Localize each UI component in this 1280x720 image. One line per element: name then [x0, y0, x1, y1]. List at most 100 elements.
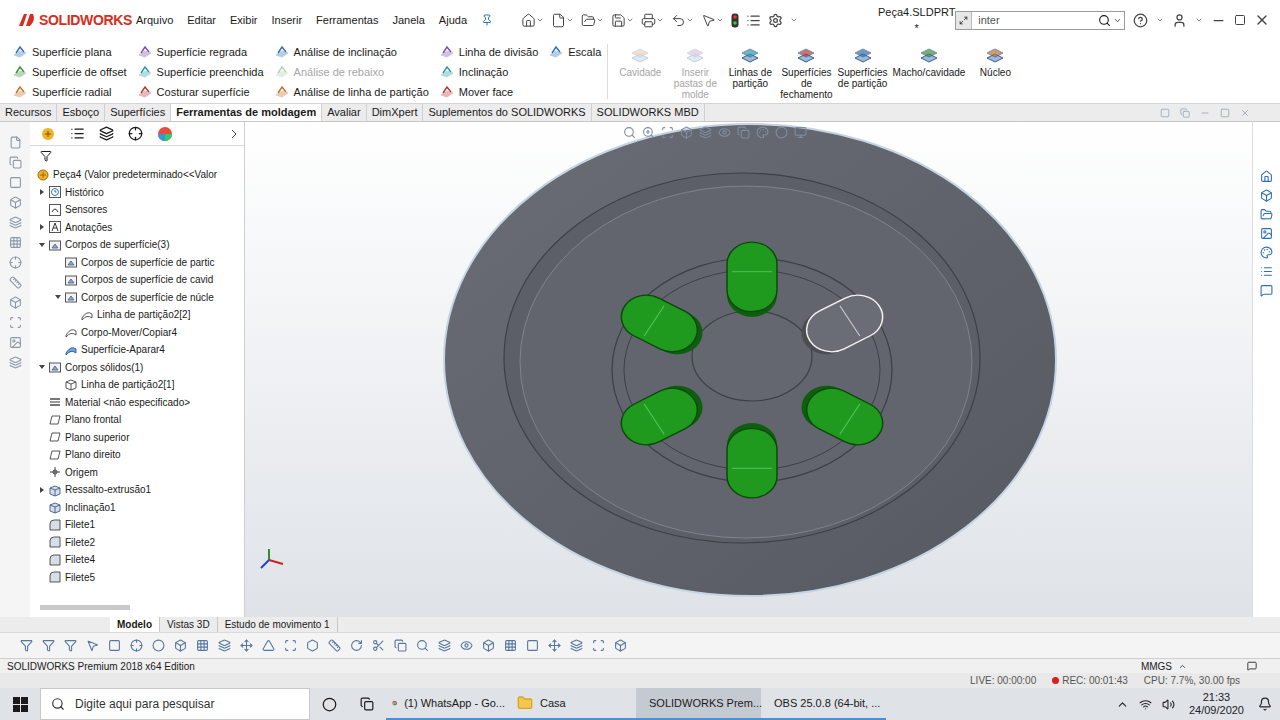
toolbar-icon[interactable]: [551, 13, 566, 28]
configuration-tab-icon[interactable]: [99, 126, 114, 141]
ribbon-button[interactable]: Superfície plana: [12, 42, 127, 62]
toolbar-icon[interactable]: [671, 13, 686, 28]
selection-filter-icon[interactable]: [438, 639, 451, 652]
slot-face[interactable]: [792, 378, 891, 453]
tree-item[interactable]: Filete2: [30, 534, 244, 552]
taskbar-app[interactable]: Casa: [511, 688, 636, 720]
taskbar-app[interactable]: SOLIDWORKS Prem...: [636, 688, 761, 720]
mold-tool-button[interactable]: Inserir pastas de molde: [669, 44, 721, 100]
horizontal-scrollbar[interactable]: [36, 602, 238, 613]
doc-close-icon[interactable]: [1240, 108, 1250, 118]
ribbon-button[interactable]: Análise de rebaixo: [274, 62, 429, 82]
selection-filter-icon[interactable]: [394, 639, 407, 652]
selection-filter-icon[interactable]: [64, 639, 77, 652]
filter-icon[interactable]: [40, 150, 52, 162]
view-tool-icon[interactable]: [699, 126, 712, 139]
task-pane-icon[interactable]: [1260, 189, 1273, 202]
task-pane-icon[interactable]: [1260, 170, 1273, 183]
side-tool-icon[interactable]: [9, 256, 22, 269]
view-tool-icon[interactable]: [623, 126, 636, 139]
expanded-arrow-icon[interactable]: [54, 293, 62, 301]
tree-item[interactable]: Corpos de superfície(3): [30, 236, 244, 254]
mold-tool-button[interactable]: Cavidade: [614, 44, 666, 78]
cascade-icon[interactable]: [1180, 108, 1190, 118]
minimize-icon[interactable]: [1211, 13, 1226, 28]
side-tool-icon[interactable]: [9, 276, 22, 289]
side-tool-icon[interactable]: [9, 236, 22, 249]
tree-item[interactable]: Histórico: [30, 184, 244, 202]
view-tool-icon[interactable]: [794, 126, 807, 139]
side-tool-icon[interactable]: [9, 296, 22, 309]
task-pane-icon[interactable]: [1260, 284, 1273, 297]
selection-filter-icon[interactable]: [460, 639, 473, 652]
selection-filter-icon[interactable]: [262, 639, 275, 652]
selection-filter-icon[interactable]: [614, 639, 627, 652]
network-icon[interactable]: [1139, 698, 1152, 711]
tree-item[interactable]: Ressalto-extrusão1: [30, 481, 244, 499]
ribbon-button[interactable]: Inclinação: [439, 62, 539, 82]
tree-item[interactable]: Anotações: [30, 219, 244, 237]
slot-face[interactable]: [792, 287, 891, 362]
taskbar-search[interactable]: Digite aqui para pesquisar: [40, 688, 310, 720]
collapsed-arrow-icon[interactable]: [38, 188, 46, 196]
file-properties-icon[interactable]: [746, 13, 761, 28]
mold-tool-button[interactable]: Superfícies de fechamento: [779, 44, 833, 100]
side-tool-icon[interactable]: [9, 196, 22, 209]
mold-tool-button[interactable]: Núcleo: [969, 44, 1021, 78]
menu-item[interactable]: Janela: [392, 12, 424, 29]
selection-filter-icon[interactable]: [284, 639, 297, 652]
tree-item[interactable]: Corpos sólidos(1): [30, 359, 244, 377]
slot-face[interactable]: [727, 242, 777, 317]
start-button[interactable]: [0, 688, 40, 720]
task-pane-icon[interactable]: [1260, 265, 1273, 278]
mold-tool-button[interactable]: Macho/cavidade: [892, 44, 967, 78]
task-pane-icon[interactable]: [1260, 246, 1273, 259]
ribbon-button[interactable]: Costurar superfície: [137, 82, 264, 102]
view-tool-icon[interactable]: [718, 126, 731, 139]
options-icon[interactable]: [768, 13, 783, 28]
view-tool-icon[interactable]: [775, 126, 788, 139]
command-tab[interactable]: Esboço: [57, 104, 105, 121]
view-tool-icon[interactable]: [737, 126, 750, 139]
tray-overflow-icon[interactable]: [1116, 698, 1129, 711]
selection-filter-icon[interactable]: [174, 639, 187, 652]
close-icon[interactable]: [1254, 12, 1270, 28]
tree-root[interactable]: Peça4 (Valor predeterminado<<Valor: [30, 166, 244, 184]
search-icon[interactable]: [1098, 14, 1111, 27]
selection-filter-icon[interactable]: [504, 639, 517, 652]
selection-filter-icon[interactable]: [20, 639, 33, 652]
menu-item[interactable]: Ajuda: [439, 12, 467, 29]
slot-face[interactable]: [727, 423, 777, 498]
tree-item[interactable]: Sensores: [30, 201, 244, 219]
ribbon-button[interactable]: Superfície preenchida: [137, 62, 264, 82]
side-tool-icon[interactable]: [9, 356, 22, 369]
tree-item[interactable]: Filete1: [30, 516, 244, 534]
model-tab[interactable]: Modelo: [110, 617, 160, 632]
command-tab[interactable]: Suplementos do SOLIDWORKS: [423, 104, 591, 121]
toolbar-icon[interactable]: [611, 13, 626, 28]
tree-item[interactable]: Plano direito: [30, 446, 244, 464]
tree-item[interactable]: Plano superior: [30, 429, 244, 447]
expanded-arrow-icon[interactable]: [38, 363, 46, 371]
selection-filter-icon[interactable]: [86, 639, 99, 652]
property-manager-tab-icon[interactable]: [70, 126, 85, 141]
selection-filter-icon[interactable]: [196, 639, 209, 652]
selection-filter-icon[interactable]: [328, 639, 341, 652]
doc-minimize-icon[interactable]: [1200, 108, 1210, 118]
selection-filter-icon[interactable]: [548, 639, 561, 652]
selection-filter-icon[interactable]: [240, 639, 253, 652]
ribbon-button[interactable]: Mover face: [439, 82, 539, 102]
selection-filter-icon[interactable]: [218, 639, 231, 652]
tree-item[interactable]: Corpos de superfície de núcle: [30, 289, 244, 307]
cortana-icon[interactable]: [322, 697, 337, 712]
tree-item[interactable]: Filete5: [30, 569, 244, 587]
view-tool-icon[interactable]: [680, 126, 693, 139]
menu-item[interactable]: Ferramentas: [316, 12, 378, 29]
expanded-arrow-icon[interactable]: [38, 241, 46, 249]
part-model[interactable]: [245, 122, 1252, 617]
selection-filter-icon[interactable]: [482, 639, 495, 652]
command-tab[interactable]: Ferramentas de moldagem: [171, 104, 322, 121]
doc-restore-icon[interactable]: [1220, 108, 1230, 118]
mold-tool-button[interactable]: Superfícies de partição: [837, 44, 889, 89]
notification-icon[interactable]: [1258, 697, 1272, 711]
